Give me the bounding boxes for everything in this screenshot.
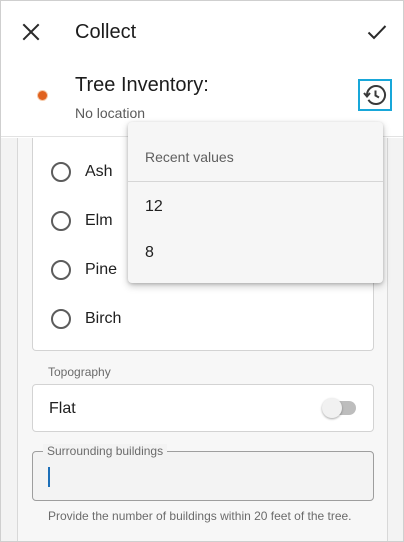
collect-screen: Collect Tree Inventory: No location Ash … <box>0 0 404 542</box>
page-title: Collect <box>75 21 137 43</box>
recent-values-button[interactable] <box>358 79 392 111</box>
app-bar: Collect <box>1 1 403 63</box>
feature-location: No location <box>75 105 146 121</box>
toggle-thumb <box>322 398 342 418</box>
surrounding-buildings-help: Provide the number of buildings within 2… <box>48 509 352 523</box>
close-icon <box>22 23 40 41</box>
recent-values-header: Recent values <box>145 149 234 165</box>
submit-button[interactable] <box>365 20 389 44</box>
recent-value-item[interactable]: 12 <box>128 187 383 227</box>
radio-button[interactable] <box>51 260 71 280</box>
radio-option-pine[interactable]: Pine <box>51 256 117 284</box>
location-marker-icon <box>38 91 47 100</box>
feature-name: Tree Inventory: <box>75 74 209 96</box>
radio-button[interactable] <box>51 162 71 182</box>
surrounding-buildings-field[interactable] <box>32 451 374 501</box>
radio-label: Ash <box>85 163 113 180</box>
radio-option-elm[interactable]: Elm <box>51 207 113 235</box>
topography-label: Topography <box>48 365 111 379</box>
radio-label: Elm <box>85 212 113 229</box>
surrounding-buildings-label: Surrounding buildings <box>43 444 168 458</box>
topography-value: Flat <box>49 400 76 417</box>
radio-button[interactable] <box>51 309 71 329</box>
history-icon <box>363 85 386 105</box>
radio-option-birch[interactable]: Birch <box>51 305 121 333</box>
check-icon <box>367 25 387 40</box>
topography-toggle[interactable] <box>322 398 356 418</box>
form-card-edge <box>17 138 18 541</box>
topography-field[interactable]: Flat <box>32 384 374 432</box>
recent-values-menu: Recent values 12 8 <box>128 122 383 283</box>
recent-value-item[interactable]: 8 <box>128 233 383 273</box>
radio-label: Pine <box>85 261 118 278</box>
radio-button[interactable] <box>51 211 71 231</box>
radio-label: Birch <box>85 310 122 327</box>
text-caret <box>48 467 50 487</box>
surrounding-buildings-input[interactable] <box>48 464 348 488</box>
form-card-edge <box>387 138 388 541</box>
radio-option-ash[interactable]: Ash <box>51 158 113 186</box>
close-button[interactable] <box>19 20 43 44</box>
menu-divider <box>128 181 383 182</box>
